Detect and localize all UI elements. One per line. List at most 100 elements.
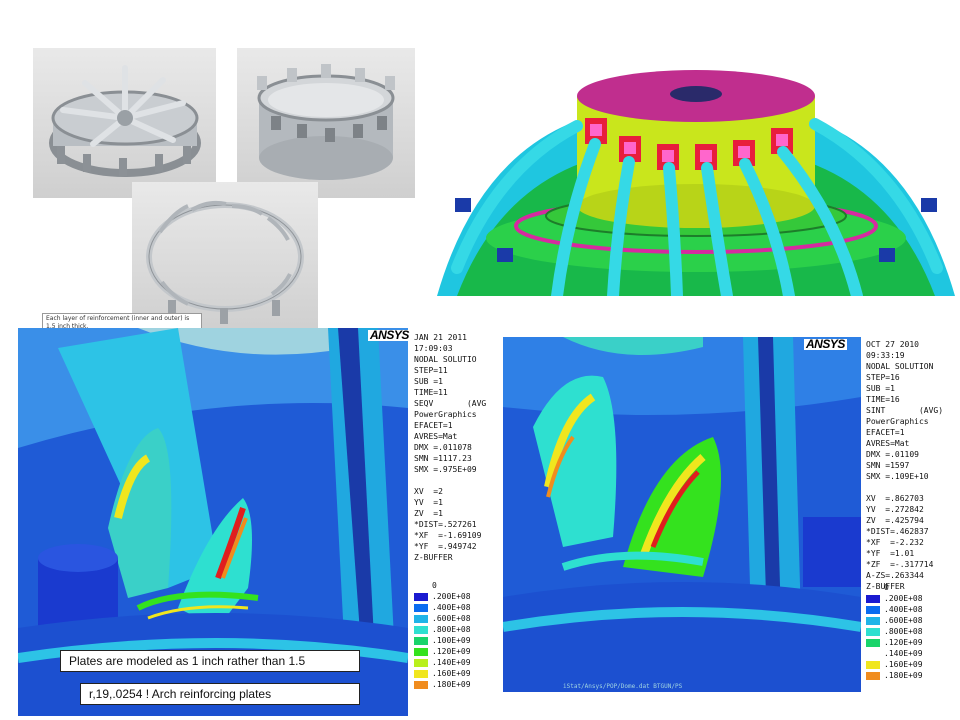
info-line: *ZF =-.317714 (866, 560, 934, 569)
legend-label: .120E+09 (432, 647, 471, 656)
legend-swatch (866, 627, 880, 636)
fea-dome-model-image (437, 48, 955, 296)
legend-swatch (866, 649, 880, 658)
legend-label: .200E+08 (432, 592, 471, 601)
plates-caption: Plates are modeled as 1 inch rather than… (60, 650, 360, 672)
info-line (866, 482, 943, 493)
info-line: XV =.862703 (866, 494, 924, 503)
legend-swatch (414, 614, 428, 623)
legend-label: .400E+08 (432, 603, 471, 612)
legend-swatch (866, 616, 880, 625)
info-line: *XF =-1.69109 (414, 531, 482, 540)
info-line: *DIST=.527261 (414, 520, 477, 529)
info-line: SEQV (AVG (414, 399, 487, 408)
left-plot-legend-panel: ANSYS JAN 21 2011 17:09:03 NODAL SOLUTIO ST… (368, 328, 500, 716)
left-plot-info-lines: JAN 21 2011 17:09:03 NODAL SOLUTIO STEP=11 S… (414, 332, 486, 563)
legend-label: .600E+08 (884, 616, 923, 625)
legend-label: .600E+08 (432, 614, 471, 623)
legend-label: .140E+09 (432, 658, 471, 667)
info-line: 09:33:19 (866, 351, 905, 360)
legend-row: .800E+08 (866, 626, 923, 637)
info-line: STEP=16 (866, 373, 900, 382)
info-line: PowerGraphics (414, 410, 477, 419)
legend-label: .800E+08 (884, 627, 923, 636)
legend-swatch (866, 671, 880, 680)
legend-label: .180E+09 (884, 671, 923, 680)
info-line: YV =.272842 (866, 505, 924, 514)
legend-swatch (866, 638, 880, 647)
legend-row: .600E+08 (414, 613, 471, 624)
info-line: OCT 27 2010 (866, 340, 919, 349)
info-line: *XF =-2.232 (866, 538, 924, 547)
legend-swatch (866, 594, 880, 603)
legend-swatch (866, 584, 880, 592)
info-line: SMX =.975E+09 (414, 465, 477, 474)
info-line: NODAL SOLUTIO (414, 355, 477, 364)
info-line: AVRES=Mat (866, 439, 910, 448)
right-plot-legend-panel: ANSYS OCT 27 2010 09:33:19 NODAL SOLUTION S… (804, 337, 956, 692)
legend-swatch (866, 605, 880, 614)
info-line: SINT (AVG) (866, 406, 944, 415)
cad-arch-ring-image (132, 182, 318, 332)
left-plot-color-legend: 0 .200E+08 .400E+08 .600E+08 .800E+08 .100E+0… (414, 580, 471, 690)
info-line: TIME=11 (414, 388, 448, 397)
legend-row: .600E+08 (866, 615, 923, 626)
info-line: ZV =.425794 (866, 516, 924, 525)
legend-label: .140E+09 (884, 649, 923, 658)
legend-label: .160E+09 (432, 669, 471, 678)
info-line: SMN =1117.23 (414, 454, 472, 463)
info-line: PowerGraphics (866, 417, 929, 426)
info-line: STEP=11 (414, 366, 448, 375)
legend-row: 0 (414, 580, 471, 591)
right-plot-footer: iStat/Ansys/POP/Dome.dat BTGUN/PS (563, 683, 683, 690)
info-line: NODAL SOLUTION (866, 362, 934, 371)
info-line: EFACET=1 (414, 421, 453, 430)
legend-row: .200E+08 (866, 593, 923, 604)
cad-star-ring-image (33, 48, 216, 198)
legend-swatch (414, 636, 428, 645)
arch-caption: r,19,.0254 ! Arch reinforcing plates (80, 683, 360, 705)
info-line: 17:09:03 (414, 344, 453, 353)
legend-row: .100E+09 (414, 635, 471, 646)
legend-swatch (414, 625, 428, 634)
legend-row: .120E+09 (414, 646, 471, 657)
right-plot-info-lines: OCT 27 2010 09:33:19 NODAL SOLUTION STEP=16… (866, 339, 943, 592)
info-line: XV =2 (414, 487, 443, 496)
legend-row: .180E+09 (866, 670, 923, 681)
info-line: SUB =1 (866, 384, 895, 393)
legend-row: 0 (866, 582, 923, 593)
info-line: EFACET=1 (866, 428, 905, 437)
legend-swatch (414, 680, 428, 689)
info-line: Z-BUFFER (414, 553, 453, 562)
legend-swatch (414, 658, 428, 667)
legend-label: .100E+09 (432, 636, 471, 645)
info-line: DMX =.01109 (866, 450, 919, 459)
legend-label: .180E+09 (432, 680, 471, 689)
info-line: *YF =1.01 (866, 549, 915, 558)
ansys-logo: ANSYS (804, 337, 847, 351)
info-line: JAN 21 2011 (414, 333, 467, 342)
legend-label: 0 (884, 583, 889, 592)
legend-label: 0 (432, 581, 437, 590)
info-line: SMN =1597 (866, 461, 910, 470)
legend-row: .180E+09 (414, 679, 471, 690)
legend-row: .800E+08 (414, 624, 471, 635)
legend-swatch (414, 592, 428, 601)
legend-swatch (414, 647, 428, 656)
legend-row: .140E+09 (414, 657, 471, 668)
info-line: *YF =.949742 (414, 542, 477, 551)
legend-label: .120E+09 (884, 638, 923, 647)
ansys-logo: ANSYS (368, 328, 411, 342)
right-stress-contour-plot: iStat/Ansys/POP/Dome.dat BTGUN/PS (503, 337, 861, 692)
legend-label: .400E+08 (884, 605, 923, 614)
legend-row: .160E+09 (866, 659, 923, 670)
legend-label: .800E+08 (432, 625, 471, 634)
info-line: *DIST=.462837 (866, 527, 929, 536)
legend-swatch (414, 582, 428, 590)
info-line: SMX =.109E+10 (866, 472, 929, 481)
legend-row: .400E+08 (414, 602, 471, 613)
legend-label: .160E+09 (884, 660, 923, 669)
info-line: DMX =.011078 (414, 443, 472, 452)
cad-crown-ring-image (237, 48, 415, 198)
legend-swatch (414, 669, 428, 678)
